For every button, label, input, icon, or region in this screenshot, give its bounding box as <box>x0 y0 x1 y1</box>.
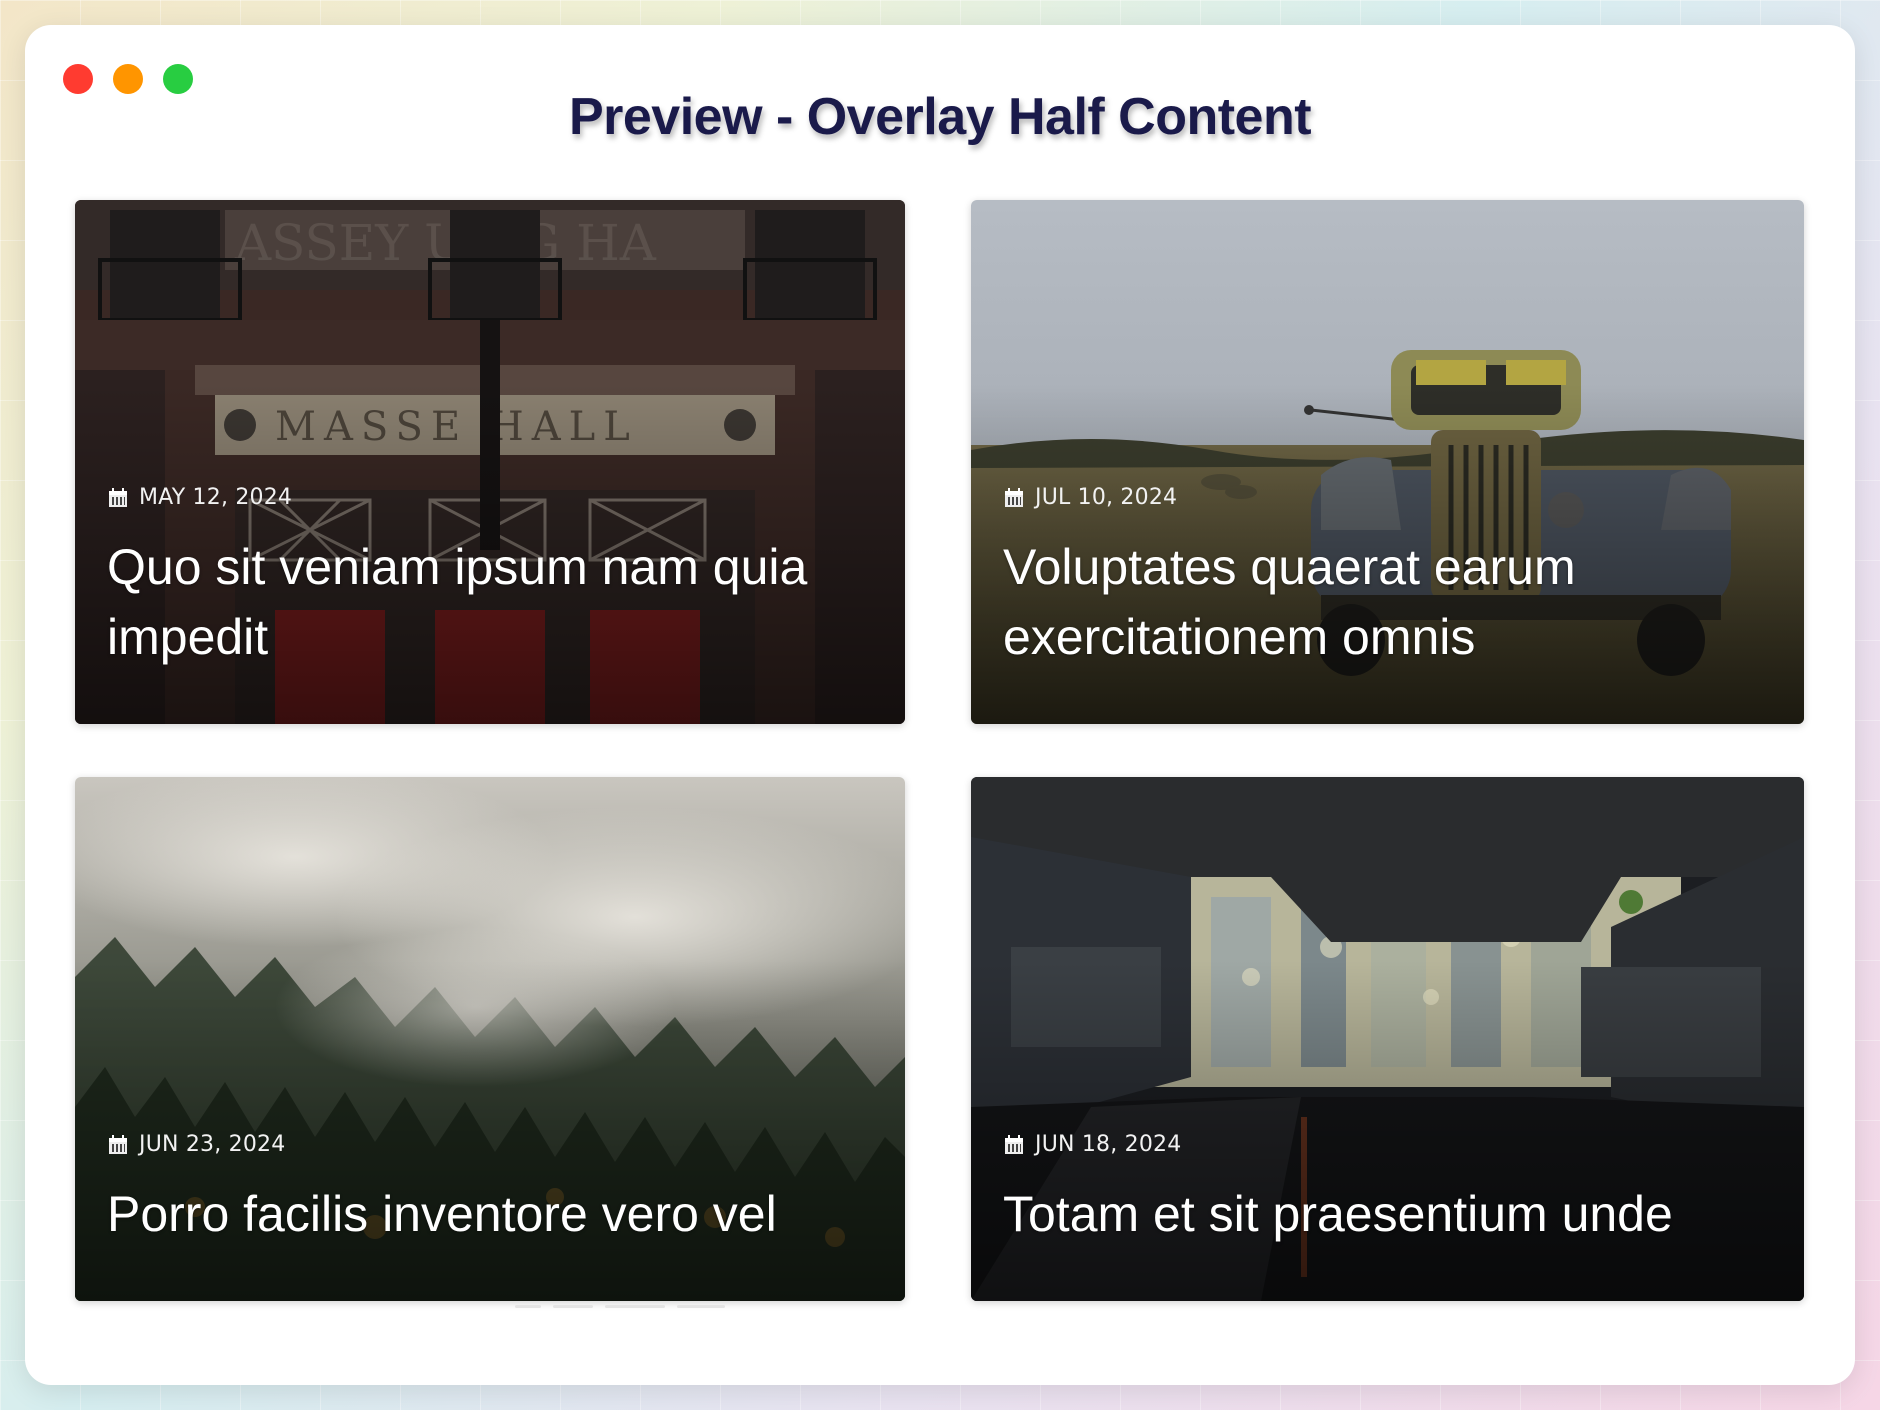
post-title[interactable]: Voluptates quaerat earum exercitationem … <box>1003 532 1774 672</box>
calendar-icon <box>1005 1134 1023 1154</box>
post-title[interactable]: Porro facilis inventore vero vel <box>107 1179 875 1249</box>
post-card[interactable]: JUL 10, 2024 Voluptates quaerat earum ex… <box>971 200 1804 724</box>
page-title: Preview - Overlay Half Content <box>568 88 1312 146</box>
calendar-icon <box>109 487 127 507</box>
post-title[interactable]: Totam et sit praesentium unde <box>1003 1179 1774 1249</box>
post-date: JUL 10, 2024 <box>1035 485 1178 510</box>
post-date: MAY 12, 2024 <box>139 485 293 510</box>
faint-footer-text <box>515 1305 815 1309</box>
post-card[interactable]: ASSEY USIG HA MASSE HALL <box>75 200 905 724</box>
calendar-icon <box>1005 487 1023 507</box>
post-card[interactable]: JUN 18, 2024 Totam et sit praesentium un… <box>971 777 1804 1301</box>
post-card[interactable]: JUN 23, 2024 Porro facilis inventore ver… <box>75 777 905 1301</box>
post-date: JUN 18, 2024 <box>1035 1132 1182 1157</box>
post-grid: ASSEY USIG HA MASSE HALL <box>75 200 1805 1301</box>
calendar-icon <box>109 1134 127 1154</box>
post-date: JUN 23, 2024 <box>139 1132 286 1157</box>
preview-window: Preview - Overlay Half Content ASSEY USI… <box>25 25 1855 1385</box>
post-title[interactable]: Quo sit veniam ipsum nam quia impedit <box>107 532 875 672</box>
